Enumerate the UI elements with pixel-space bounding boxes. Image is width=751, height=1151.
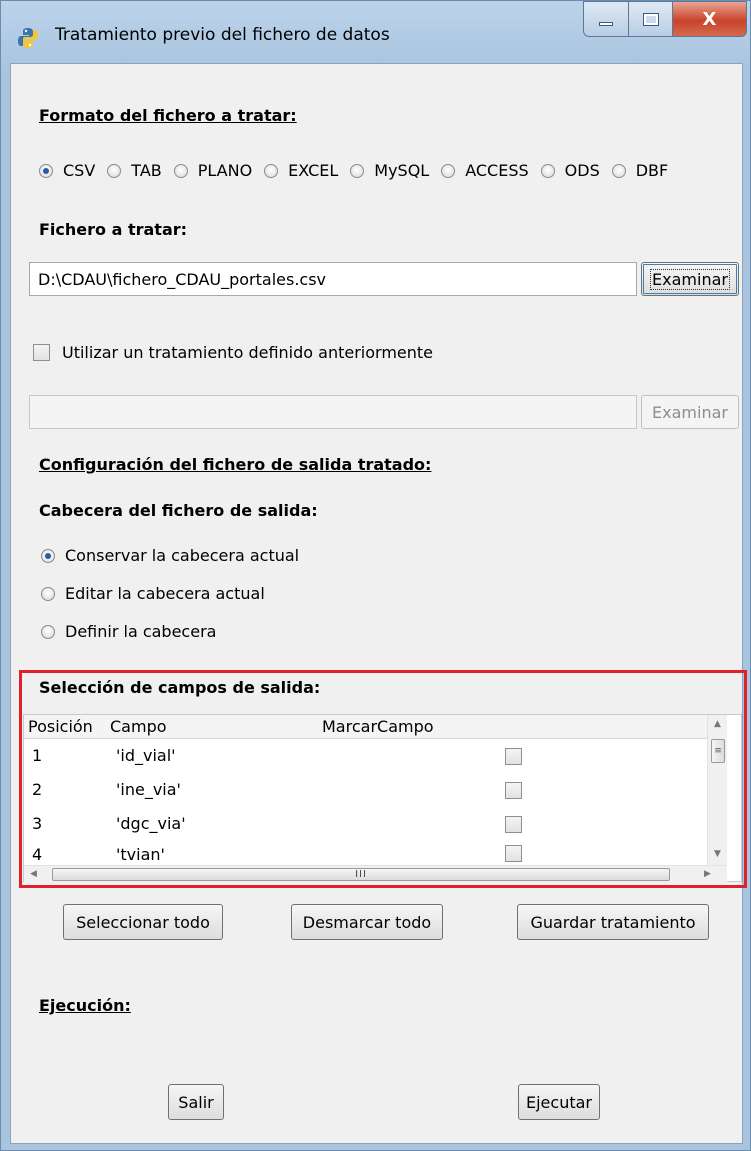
scroll-left-icon[interactable]: ◀: [30, 869, 37, 879]
row-field: 'id_vial': [116, 746, 176, 765]
vertical-scroll-thumb[interactable]: ≡: [711, 739, 725, 763]
close-icon: X: [702, 8, 717, 30]
scroll-up-icon[interactable]: ▲: [714, 719, 721, 729]
format-option-dbf[interactable]: DBF: [611, 161, 668, 180]
row-mark-checkbox[interactable]: [505, 748, 522, 765]
row-mark-checkbox[interactable]: [505, 782, 522, 799]
file-heading: Fichero a tratar:: [39, 220, 188, 239]
row-field: 'dgc_via': [116, 814, 186, 833]
radio-icon[interactable]: [264, 163, 279, 178]
fields-table: Posición Campo MarcarCampo 1 'id_vial' 2…: [23, 714, 742, 882]
minimize-button[interactable]: [583, 1, 629, 37]
row-field: 'tvian': [116, 845, 165, 864]
table-header: Posición Campo MarcarCampo: [24, 715, 707, 739]
python-app-icon: [18, 28, 38, 48]
radio-icon[interactable]: [41, 586, 55, 601]
radio-icon[interactable]: [540, 163, 555, 178]
execution-heading: Ejecución:: [39, 996, 131, 1015]
window-controls: X: [583, 1, 747, 39]
app-window: Tratamiento previo del fichero de datos …: [0, 0, 751, 1151]
header-option-define[interactable]: Definir la cabecera: [41, 622, 216, 641]
vertical-scrollbar[interactable]: ▲ ≡ ▼: [707, 715, 727, 865]
row-field: 'ine_via': [116, 780, 181, 799]
use-previous-treatment-label: Utilizar un tratamiento definido anterio…: [62, 343, 434, 362]
use-previous-treatment[interactable]: Utilizar un tratamiento definido anterio…: [33, 343, 433, 362]
row-position: 4: [32, 845, 43, 864]
radio-icon[interactable]: [41, 548, 55, 563]
scroll-right-icon[interactable]: ▶: [704, 869, 711, 879]
row-position: 2: [32, 780, 43, 799]
radio-icon[interactable]: [107, 163, 122, 178]
use-previous-treatment-checkbox[interactable]: [33, 344, 50, 361]
format-option-ods[interactable]: ODS: [540, 161, 600, 180]
header-option-edit[interactable]: Editar la cabecera actual: [41, 584, 265, 603]
format-option-access[interactable]: ACCESS: [441, 161, 529, 180]
dialog-body: Formato del fichero a tratar: CSV TAB PL…: [10, 63, 747, 1144]
run-button[interactable]: Ejecutar: [518, 1084, 600, 1120]
column-header-position[interactable]: Posición: [28, 717, 93, 736]
column-header-mark[interactable]: MarcarCampo: [322, 717, 434, 736]
format-option-mysql[interactable]: MySQL: [350, 161, 429, 180]
scroll-down-icon[interactable]: ▼: [714, 849, 721, 859]
table-row[interactable]: 4 'tvian': [24, 841, 707, 865]
radio-icon[interactable]: [611, 163, 626, 178]
radio-icon[interactable]: [39, 163, 53, 178]
browse-file-button[interactable]: Examinar: [641, 262, 739, 296]
maximize-button[interactable]: [629, 1, 673, 37]
row-position: 1: [32, 746, 43, 765]
format-option-csv[interactable]: CSV: [39, 161, 95, 180]
table-row[interactable]: 3 'dgc_via': [24, 807, 707, 841]
format-option-excel[interactable]: EXCEL: [264, 161, 338, 180]
minimize-icon: [599, 22, 613, 26]
save-treatment-button[interactable]: Guardar tratamiento: [517, 904, 709, 940]
deselect-all-button[interactable]: Desmarcar todo: [291, 904, 443, 940]
table-row[interactable]: 1 'id_vial': [24, 739, 707, 773]
exit-button[interactable]: Salir: [168, 1084, 224, 1120]
horizontal-scrollbar[interactable]: ◀ III ▶: [24, 865, 727, 882]
table-row[interactable]: 2 'ine_via': [24, 773, 707, 807]
format-option-plano[interactable]: PLANO: [173, 161, 252, 180]
radio-icon[interactable]: [41, 624, 55, 639]
previous-treatment-input[interactable]: [29, 395, 637, 429]
window-title: Tratamiento previo del fichero de datos: [55, 25, 390, 45]
field-selection-heading: Selección de campos de salida:: [39, 678, 321, 697]
browse-treatment-button[interactable]: Examinar: [641, 395, 739, 429]
format-heading: Formato del fichero a tratar:: [39, 106, 297, 125]
row-position: 3: [32, 814, 43, 833]
radio-icon[interactable]: [441, 163, 456, 178]
header-heading: Cabecera del fichero de salida:: [39, 501, 318, 520]
select-all-button[interactable]: Seleccionar todo: [63, 904, 223, 940]
title-bar[interactable]: Tratamiento previo del fichero de datos …: [1, 1, 750, 63]
format-option-tab[interactable]: TAB: [107, 161, 162, 180]
file-path-input[interactable]: D:\CDAU\fichero_CDAU_portales.csv: [29, 262, 637, 296]
horizontal-scroll-thumb[interactable]: III: [52, 868, 670, 881]
radio-icon[interactable]: [173, 163, 188, 178]
close-button[interactable]: X: [673, 1, 747, 37]
header-option-keep[interactable]: Conservar la cabecera actual: [41, 546, 299, 565]
maximize-icon: [642, 12, 659, 26]
radio-icon[interactable]: [350, 163, 365, 178]
row-mark-checkbox[interactable]: [505, 845, 522, 862]
output-config-heading: Configuración del fichero de salida trat…: [39, 455, 432, 474]
column-header-field[interactable]: Campo: [110, 717, 167, 736]
row-mark-checkbox[interactable]: [505, 816, 522, 833]
format-radio-group: CSV TAB PLANO EXCEL MySQL ACCESS ODS DBF: [39, 161, 668, 180]
